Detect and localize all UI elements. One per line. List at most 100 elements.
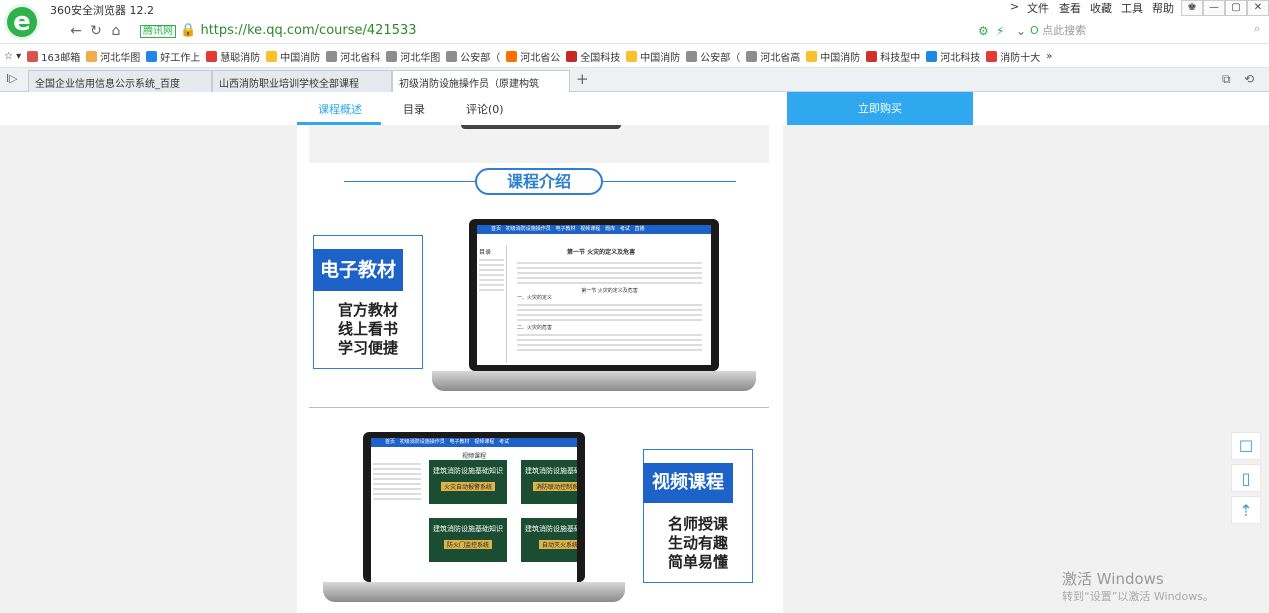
bookmark-item[interactable]: 中国消防 <box>806 44 861 67</box>
bookmark-icon <box>806 50 818 62</box>
comment-icon[interactable]: ☐ <box>1231 432 1261 460</box>
bookmark-label: 全国科技 <box>580 52 621 64</box>
ebook-laptop: 首页 初级消防设施操作员 电子教材 视频课程 题库 考试 直播 目录 第一节 火… <box>469 219 719 371</box>
bookmark-item[interactable]: 公安部（ <box>686 44 740 67</box>
bookmark-item[interactable]: 河北省公 <box>506 44 560 67</box>
bookmark-label: 中国消防 <box>820 52 861 64</box>
top-image-strip <box>309 125 769 163</box>
bookmark-item[interactable]: 中国消防 <box>266 44 320 67</box>
bookmark-label: 河北华图 <box>100 52 141 64</box>
maximize-button[interactable]: ▢ <box>1225 0 1247 16</box>
feature-line: 简单易懂 <box>667 553 728 571</box>
browser-logo-icon: e <box>4 4 40 40</box>
speed-icon[interactable]: ⚡ <box>996 24 1004 38</box>
notebook-icon[interactable]: ▯ <box>1231 464 1261 492</box>
minimize-button[interactable]: — <box>1203 0 1225 16</box>
laptop-base <box>432 371 756 391</box>
video-card[interactable]: 建筑消防设施基础知识 火灾自动报警系统 <box>429 460 507 504</box>
section-title: 课程介绍 <box>475 168 603 195</box>
bookmark-item[interactable]: 河北华图 <box>386 44 440 67</box>
video-card[interactable]: 建筑消防设施基础知识 防火门监控系统 <box>429 518 507 562</box>
laptop-base <box>323 582 625 602</box>
tab-label: 全国企业信用信息公示系统_百度 <box>35 79 180 90</box>
bookmark-icon <box>386 50 398 62</box>
bookmark-icon <box>566 50 578 62</box>
url-text: https://ke.qq.com/course/421533 <box>200 23 417 38</box>
bookmark-item[interactable]: 公安部（ <box>446 44 500 67</box>
feature-line: 生动有趣 <box>667 534 728 552</box>
bookmark-icon <box>686 50 698 62</box>
bookmark-icon <box>866 50 878 62</box>
search-engine-icon[interactable]: O <box>1030 24 1039 37</box>
tab-comments[interactable]: 评论(0) <box>466 101 504 117</box>
bookmark-item[interactable]: 好工作上 <box>146 44 200 67</box>
bookmark-label: 河北省高 <box>760 52 801 64</box>
new-tab-button[interactable]: + <box>576 70 589 88</box>
ebook-features: 官方教材 线上看书 学习便捷 <box>327 301 409 358</box>
back-to-top-icon[interactable]: ⇡ <box>1231 496 1261 524</box>
dropdown-icon[interactable]: ⌄ <box>1016 24 1026 38</box>
menu-file[interactable]: 文件 <box>1027 0 1049 16</box>
video-features: 名师授课 生动有趣 简单易懂 <box>657 515 739 572</box>
site-badge: 腾讯网 <box>140 25 176 38</box>
tab-label: 山西消防职业培训学校全部课程 <box>219 79 359 90</box>
bookmark-item[interactable]: 河北科技 <box>926 44 980 67</box>
undo-icon[interactable]: ⟲ <box>1244 72 1254 86</box>
bookmark-icon <box>27 50 39 62</box>
refresh-icon[interactable]: ↻ <box>86 22 106 40</box>
doc-heading: 一、火灾的定义 <box>517 295 553 301</box>
feature-line: 名师授课 <box>667 515 728 533</box>
more-bookmarks-icon[interactable]: » <box>1046 44 1052 67</box>
feature-line: 官方教材 <box>337 301 398 319</box>
divider <box>309 407 769 408</box>
buy-now-button[interactable]: 立即购买 <box>787 92 973 125</box>
bookmark-item[interactable]: 河北省科 <box>326 44 380 67</box>
back-icon[interactable]: ← <box>66 22 86 40</box>
bookmark-icon <box>926 50 938 62</box>
bookmark-label: 消防十大 <box>1000 52 1041 64</box>
search-icon[interactable]: ⌕ <box>1254 22 1260 36</box>
tab-credit[interactable]: 全国企业信用信息公示系统_百度 <box>28 70 212 92</box>
shield-icon[interactable]: ⚙ <box>978 24 989 38</box>
url-field[interactable]: 腾讯网 🔒 https://ke.qq.com/course/421533 <box>140 22 1000 40</box>
bookmark-icon <box>266 50 278 62</box>
video-badge: 视频课程 <box>643 463 733 503</box>
close-button[interactable]: ✕ <box>1247 0 1269 16</box>
bookmark-label: 慧聪消防 <box>220 52 261 64</box>
search-input[interactable]: O 点此搜索 ⌕ <box>1030 22 1260 40</box>
menu-tools[interactable]: 工具 <box>1121 0 1143 16</box>
bookmark-item[interactable]: 慧聪消防 <box>206 44 261 67</box>
search-placeholder: 点此搜索 <box>1042 24 1087 37</box>
tab-overview[interactable]: 课程概述 <box>318 101 362 117</box>
bookmark-icon <box>626 50 638 62</box>
video-card[interactable]: 建筑消防设施基础知识消防联动控制系统 <box>521 460 577 504</box>
restore-tab-icon[interactable]: ⧉ <box>1222 72 1231 87</box>
bookmark-item[interactable]: 全国科技 <box>566 44 621 67</box>
tab-course[interactable]: 初级消防设施操作员（原建构筑 <box>392 70 570 92</box>
title-bar: e 360安全浏览器 12.2 > 文件 查看 收藏 工具 帮助 ♚ — ▢ ✕ <box>0 0 1269 40</box>
bookmark-item[interactable]: 中国消防 <box>626 44 680 67</box>
sidebar-toggle-icon[interactable]: I▷ <box>6 72 18 85</box>
bookmark-item[interactable]: 科技型中 <box>866 44 920 67</box>
menu-favorites[interactable]: 收藏 <box>1090 0 1112 16</box>
favorites-star-icon[interactable]: ☆ ▾ <box>4 44 21 67</box>
tab-label: 初级消防设施操作员（原建构筑 <box>399 79 539 90</box>
bookmarks-bar: ☆ ▾ 163邮箱 河北华图 好工作上 慧聪消防 中国消防 河北省科 河北华图 公安部（ 河北省公… <box>0 44 1269 68</box>
menu-arrow-icon[interactable]: > <box>1010 0 1019 13</box>
bookmark-label: 163邮箱 <box>41 52 81 64</box>
course-content: 课程介绍 电子教材 官方教材 线上看书 学习便捷 首页 初级消防设施操作员 电子… <box>297 125 783 613</box>
skin-icon[interactable]: ♚ <box>1181 0 1203 16</box>
bookmark-item[interactable]: 河北省高 <box>746 44 801 67</box>
bookmark-item[interactable]: 河北华图 <box>86 44 141 67</box>
feature-line: 线上看书 <box>337 320 398 338</box>
activate-windows-hint: 转到“设置”以激活 Windows。 <box>1062 590 1214 603</box>
tab-school[interactable]: 山西消防职业培训学校全部课程 <box>212 70 392 92</box>
menu-help[interactable]: 帮助 <box>1152 0 1174 16</box>
menu-view[interactable]: 查看 <box>1059 0 1081 16</box>
app-title: 360安全浏览器 12.2 <box>50 4 154 17</box>
bookmark-item[interactable]: 163邮箱 <box>27 44 81 67</box>
video-card[interactable]: 建筑消防设施基础知识自动灭火系统 <box>521 518 577 562</box>
tab-catalog[interactable]: 目录 <box>403 101 425 117</box>
home-icon[interactable]: ⌂ <box>106 22 126 40</box>
bookmark-item[interactable]: 消防十大 <box>986 44 1041 67</box>
